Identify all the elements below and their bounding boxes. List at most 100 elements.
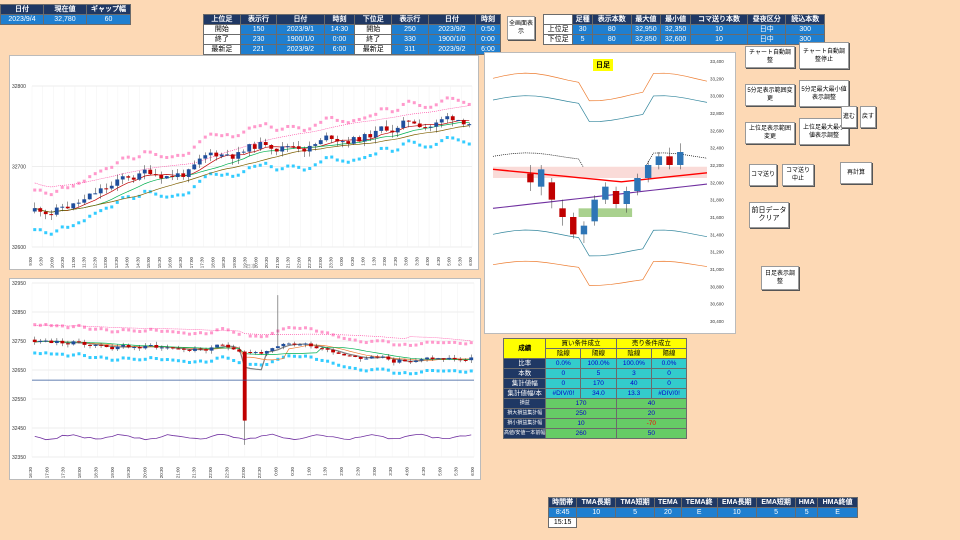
range-cell[interactable]: 221 bbox=[239, 44, 278, 55]
candle-body bbox=[252, 144, 257, 149]
band-marker bbox=[187, 360, 191, 364]
step-button[interactable]: コマ送り bbox=[749, 164, 777, 186]
params-header: HMA終値 bbox=[817, 497, 858, 508]
candle-body bbox=[120, 176, 125, 180]
band-marker bbox=[445, 136, 449, 140]
y-tick-label: 31,400 bbox=[710, 232, 724, 237]
settings-cell[interactable]: 5 bbox=[572, 34, 594, 45]
range-cell[interactable]: 2023/9/2 bbox=[427, 24, 476, 35]
prev-day-clear-button[interactable]: 前日データクリア bbox=[749, 202, 789, 228]
range-cell[interactable]: 14:30 bbox=[323, 24, 356, 35]
current-price-value[interactable]: 32,780 bbox=[43, 14, 87, 25]
params-value[interactable]: 5 bbox=[755, 507, 797, 518]
range-cell[interactable]: 0:50 bbox=[474, 24, 502, 35]
y-tick-label: 30,600 bbox=[710, 302, 724, 307]
range-cell[interactable]: 250 bbox=[391, 24, 429, 35]
range-cell[interactable]: 330 bbox=[391, 34, 429, 45]
buy-title: 買い条件成立 bbox=[545, 338, 617, 349]
candle-body bbox=[165, 347, 170, 349]
band-marker bbox=[44, 231, 48, 235]
candle-body bbox=[248, 352, 253, 354]
band-marker bbox=[337, 335, 341, 339]
time-end[interactable]: 15:15 bbox=[547, 517, 578, 528]
params-value[interactable]: 20 bbox=[653, 507, 682, 518]
settings-cell[interactable]: 30 bbox=[572, 24, 594, 35]
range-cell[interactable]: 230 bbox=[239, 34, 278, 45]
candle-body bbox=[292, 343, 297, 345]
band-marker bbox=[154, 328, 158, 332]
settings-cell[interactable]: 日中 bbox=[747, 24, 787, 35]
settings-cell[interactable]: 80 bbox=[592, 24, 632, 35]
candle-body bbox=[182, 348, 186, 350]
range-cell[interactable]: 0:00 bbox=[323, 34, 356, 45]
candle-body bbox=[423, 127, 428, 129]
band-marker bbox=[254, 334, 258, 338]
settings-cell[interactable]: 10 bbox=[689, 24, 749, 35]
redraw-button[interactable]: 再計算 bbox=[840, 162, 872, 184]
step-stop-button[interactable]: コマ送り中止 bbox=[782, 164, 814, 186]
range-cell[interactable]: 2023/9/2 bbox=[276, 44, 325, 55]
candle-body bbox=[137, 173, 142, 180]
x-tick-label: 3:00 bbox=[404, 257, 409, 266]
five-min-range-button[interactable]: 5分足表示範囲変更 bbox=[745, 84, 795, 106]
gap-value[interactable]: 60 bbox=[86, 14, 131, 25]
candle-body bbox=[281, 343, 286, 347]
range-cell[interactable]: 2023/9/2 bbox=[427, 44, 476, 55]
candle-body bbox=[264, 351, 269, 354]
settings-cell[interactable]: 日中 bbox=[747, 34, 787, 45]
settings-header: 最大値 bbox=[630, 14, 662, 25]
band-marker bbox=[370, 368, 374, 372]
range-cell[interactable]: 311 bbox=[391, 44, 429, 55]
band-marker bbox=[390, 110, 394, 114]
performance-row: 集計値幅/本 #DIV/0! 34.0 13.3 #DIV/0! bbox=[502, 388, 687, 399]
five-min-resize-button[interactable]: 5分足最大最小値表示調整 bbox=[799, 80, 849, 107]
band-marker bbox=[165, 195, 169, 199]
back-button[interactable]: 戻す bbox=[860, 106, 876, 128]
x-tick-label: 2:30 bbox=[355, 467, 360, 476]
performance-row-label: 集計値幅/本 bbox=[502, 388, 547, 399]
params-value[interactable]: 5 bbox=[795, 507, 819, 518]
range-cell[interactable]: 1900/1/0 bbox=[427, 34, 476, 45]
settings-cell[interactable]: 32,850 bbox=[630, 34, 662, 45]
full-display-button[interactable]: 全画面表示 bbox=[507, 16, 535, 40]
chart-auto-adjust-button[interactable]: チャート自動調整 bbox=[745, 46, 795, 68]
chart-auto-adjust-stop-button[interactable]: チャート自動調整停止 bbox=[799, 42, 849, 69]
advance-button[interactable]: 進む bbox=[841, 106, 857, 128]
range-cell[interactable]: 2023/9/1 bbox=[276, 24, 325, 35]
range-cell[interactable]: 6:00 bbox=[323, 44, 356, 55]
settings-cell[interactable]: 10 bbox=[689, 34, 749, 45]
daily-adjust-button[interactable]: 日足表示調整 bbox=[761, 266, 799, 290]
params-value[interactable]: 10 bbox=[576, 507, 617, 518]
band-marker bbox=[434, 103, 438, 107]
range-cell[interactable]: 1900/1/0 bbox=[276, 34, 325, 45]
band-marker bbox=[342, 336, 346, 340]
date-value[interactable]: 2023/9/4 bbox=[0, 14, 44, 25]
params-value[interactable]: E bbox=[680, 507, 718, 518]
settings-cell[interactable]: 32,600 bbox=[660, 34, 691, 45]
y-tick-label: 32,200 bbox=[710, 163, 724, 168]
params-header: EMA長期 bbox=[716, 497, 757, 508]
settings-cell[interactable]: 32,350 bbox=[660, 24, 691, 35]
band-marker bbox=[199, 359, 203, 363]
x-tick-label: 20:30 bbox=[264, 257, 269, 269]
candle-body bbox=[98, 188, 103, 194]
params-value[interactable]: E bbox=[817, 507, 858, 518]
params-value[interactable]: 10 bbox=[716, 507, 757, 518]
candle-body bbox=[159, 174, 164, 179]
candle-body bbox=[655, 156, 663, 165]
y-tick-label: 33,200 bbox=[710, 76, 724, 81]
band-marker bbox=[143, 189, 147, 193]
settings-cell[interactable]: 80 bbox=[592, 34, 632, 45]
range-cell[interactable]: 0:00 bbox=[474, 34, 502, 45]
performance-cell: 0 bbox=[651, 368, 687, 379]
candle-body bbox=[386, 356, 391, 360]
settings-cell[interactable]: 300 bbox=[785, 24, 825, 35]
settings-cell[interactable]: 32,950 bbox=[630, 24, 662, 35]
y-tick-label: 32800 bbox=[12, 84, 26, 90]
params-value[interactable]: 8:45 bbox=[547, 507, 578, 518]
range-cell[interactable]: 150 bbox=[239, 24, 278, 35]
params-value[interactable]: 5 bbox=[615, 507, 655, 518]
candle-body bbox=[469, 357, 474, 361]
band-marker bbox=[313, 123, 317, 127]
upper-range-button[interactable]: 上位足表示範囲変更 bbox=[745, 122, 795, 144]
